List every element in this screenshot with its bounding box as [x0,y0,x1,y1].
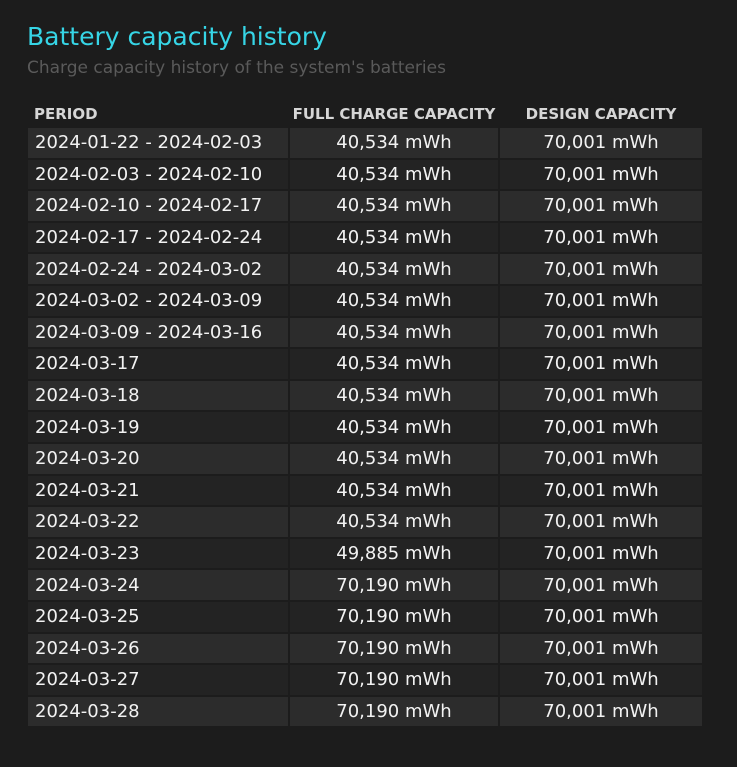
full-charge-capacity-cell: 70,190 mWh [290,633,498,664]
table-row: 2024-02-17 - 2024-02-24 40,534 mWh 70,001 … [28,222,702,253]
design-capacity-cell: 70,001 mWh [500,696,702,727]
table-row: 2024-03-23 49,885 mWh 70,001 mWh [28,538,702,569]
period-cell: 2024-02-10 - 2024-02-17 [28,191,288,221]
design-capacity-cell: 70,001 mWh [500,633,702,664]
period-cell: 2024-03-28 [28,696,288,727]
full-charge-capacity-cell: 70,190 mWh [290,696,498,727]
full-charge-capacity-cell: 40,534 mWh [290,412,498,442]
full-charge-capacity-cell: 70,190 mWh [290,665,498,695]
design-capacity-cell: 70,001 mWh [500,222,702,253]
table-row: 2024-03-27 70,190 mWh 70,001 mWh [28,665,702,695]
full-charge-capacity-cell: 40,534 mWh [290,254,498,284]
table-row: 2024-03-24 70,190 mWh 70,001 mWh [28,570,702,600]
period-cell: 2024-03-09 - 2024-03-16 [28,317,288,348]
battery-capacity-table: PERIOD FULL CHARGE CAPACITY DESIGN CAPAC… [26,100,704,728]
full-charge-capacity-cell: 40,534 mWh [290,380,498,411]
design-capacity-cell: 70,001 mWh [500,601,702,632]
design-capacity-cell: 70,001 mWh [500,349,702,379]
table-row: 2024-02-24 - 2024-03-02 40,534 mWh 70,001 … [28,254,702,284]
full-charge-capacity-cell: 40,534 mWh [290,128,498,158]
table-header-row: PERIOD FULL CHARGE CAPACITY DESIGN CAPAC… [28,102,702,126]
design-capacity-cell: 70,001 mWh [500,380,702,411]
period-cell: 2024-02-03 - 2024-02-10 [28,159,288,190]
table-row: 2024-03-17 40,534 mWh 70,001 mWh [28,349,702,379]
table-row: 2024-02-03 - 2024-02-10 40,534 mWh 70,001 … [28,159,702,190]
design-capacity-cell: 70,001 mWh [500,412,702,442]
period-cell: 2024-03-02 - 2024-03-09 [28,285,288,316]
column-header-full-charge-capacity: FULL CHARGE CAPACITY [292,105,496,123]
period-cell: 2024-03-21 [28,475,288,506]
full-charge-capacity-cell: 40,534 mWh [290,317,498,348]
period-cell: 2024-03-19 [28,412,288,442]
design-capacity-cell: 70,001 mWh [500,443,702,474]
full-charge-capacity-cell: 70,190 mWh [290,570,498,600]
design-capacity-cell: 70,001 mWh [500,665,702,695]
design-capacity-cell: 70,001 mWh [500,285,702,316]
full-charge-capacity-cell: 40,534 mWh [290,507,498,537]
table-row: 2024-03-09 - 2024-03-16 40,534 mWh 70,001 … [28,317,702,348]
period-cell: 2024-02-24 - 2024-03-02 [28,254,288,284]
period-cell: 2024-03-25 [28,601,288,632]
period-cell: 2024-03-24 [28,570,288,600]
full-charge-capacity-cell: 70,190 mWh [290,601,498,632]
design-capacity-cell: 70,001 mWh [500,128,702,158]
design-capacity-cell: 70,001 mWh [500,317,702,348]
table-row: 2024-03-25 70,190 mWh 70,001 mWh [28,601,702,632]
page-title: Battery capacity history [27,22,327,51]
full-charge-capacity-cell: 40,534 mWh [290,191,498,221]
table-row: 2024-03-02 - 2024-03-09 40,534 mWh 70,001 … [28,285,702,316]
table-row: 2024-03-21 40,534 mWh 70,001 mWh [28,475,702,506]
period-cell: 2024-03-18 [28,380,288,411]
table-row: 2024-03-28 70,190 mWh 70,001 mWh [28,696,702,727]
period-cell: 2024-03-20 [28,443,288,474]
table-row: 2024-03-22 40,534 mWh 70,001 mWh [28,507,702,537]
column-header-period: PERIOD [34,105,98,123]
period-cell: 2024-03-22 [28,507,288,537]
full-charge-capacity-cell: 40,534 mWh [290,443,498,474]
design-capacity-cell: 70,001 mWh [500,507,702,537]
full-charge-capacity-cell: 40,534 mWh [290,349,498,379]
column-header-design-capacity: DESIGN CAPACITY [525,105,677,123]
full-charge-capacity-cell: 40,534 mWh [290,285,498,316]
period-cell: 2024-02-17 - 2024-02-24 [28,222,288,253]
design-capacity-cell: 70,001 mWh [500,570,702,600]
design-capacity-cell: 70,001 mWh [500,191,702,221]
table-body: 2024-01-22 - 2024-02-03 40,534 mWh 70,001 … [28,128,702,727]
table-row: 2024-03-18 40,534 mWh 70,001 mWh [28,380,702,411]
table-row: 2024-03-20 40,534 mWh 70,001 mWh [28,443,702,474]
page-subtitle: Charge capacity history of the system's … [27,58,446,78]
full-charge-capacity-cell: 49,885 mWh [290,538,498,569]
period-cell: 2024-03-27 [28,665,288,695]
table-row: 2024-02-10 - 2024-02-17 40,534 mWh 70,001 … [28,191,702,221]
full-charge-capacity-cell: 40,534 mWh [290,475,498,506]
design-capacity-cell: 70,001 mWh [500,159,702,190]
table-row: 2024-01-22 - 2024-02-03 40,534 mWh 70,001 … [28,128,702,158]
full-charge-capacity-cell: 40,534 mWh [290,159,498,190]
design-capacity-cell: 70,001 mWh [500,538,702,569]
period-cell: 2024-03-17 [28,349,288,379]
design-capacity-cell: 70,001 mWh [500,475,702,506]
period-cell: 2024-01-22 - 2024-02-03 [28,128,288,158]
table-row: 2024-03-26 70,190 mWh 70,001 mWh [28,633,702,664]
period-cell: 2024-03-23 [28,538,288,569]
design-capacity-cell: 70,001 mWh [500,254,702,284]
table-row: 2024-03-19 40,534 mWh 70,001 mWh [28,412,702,442]
full-charge-capacity-cell: 40,534 mWh [290,222,498,253]
period-cell: 2024-03-26 [28,633,288,664]
